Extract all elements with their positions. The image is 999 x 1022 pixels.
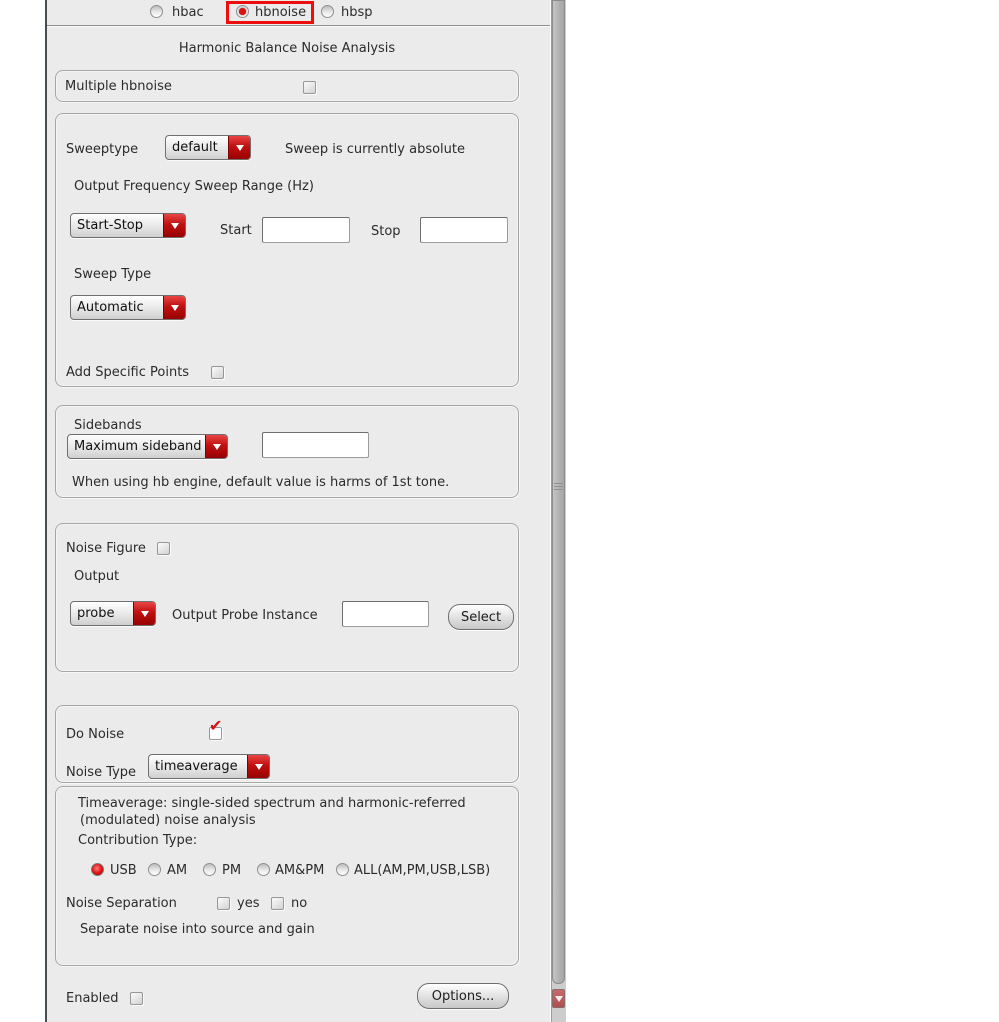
output-label: Output — [74, 569, 120, 584]
sidebands-mode-dropdown-value: Maximum sideband — [74, 439, 202, 454]
sidebands-label: Sidebands — [74, 418, 142, 433]
sweep-status-text: Sweep is currently absolute — [285, 142, 466, 157]
noise-type-dropdown-value: timeaverage — [155, 759, 238, 774]
noise-figure-checkbox[interactable] — [157, 542, 170, 555]
start-label: Start — [220, 223, 252, 238]
contribution-type-label: Contribution Type: — [78, 833, 198, 848]
hbnoise-highlight-box — [226, 1, 314, 24]
noise-description-line1: Timeaverage: single-sided spectrum and h… — [78, 796, 466, 811]
range-mode-dropdown[interactable]: Start-Stop — [70, 213, 186, 238]
contribution-label-ampm[interactable]: AM&PM — [275, 863, 324, 878]
noise-separation-yes-label[interactable]: yes — [237, 896, 259, 911]
output-probe-instance-input[interactable] — [342, 601, 429, 627]
dropdown-arrow-icon[interactable] — [133, 602, 155, 625]
noise-type-label: Noise Type — [66, 765, 137, 780]
noise-separation-note: Separate noise into source and gain — [80, 922, 315, 937]
contribution-label-pm[interactable]: PM — [222, 863, 241, 878]
select-button[interactable]: Select — [448, 604, 514, 630]
sweep-type-label: Sweep Type — [74, 267, 152, 282]
sweep-range-title: Output Frequency Sweep Range (Hz) — [74, 179, 314, 194]
noise-description-line2: (modulated) noise analysis — [80, 813, 256, 828]
sidebands-mode-dropdown[interactable]: Maximum sideband — [67, 434, 228, 459]
contribution-radio-ampm[interactable] — [257, 863, 270, 876]
multiple-hbnoise-label: Multiple hbnoise — [65, 79, 172, 94]
sidebands-value-input[interactable] — [262, 432, 369, 458]
tab-label-hbac[interactable]: hbac — [172, 5, 204, 20]
noise-figure-label: Noise Figure — [66, 541, 146, 556]
stop-label: Stop — [371, 224, 401, 239]
dropdown-arrow-icon[interactable] — [247, 755, 269, 778]
output-probe-instance-label: Output Probe Instance — [172, 608, 318, 623]
stop-input[interactable] — [420, 217, 508, 243]
output-mode-dropdown-value: probe — [77, 606, 115, 621]
contribution-radio-pm[interactable] — [203, 863, 216, 876]
output-mode-dropdown[interactable]: probe — [70, 601, 156, 626]
tab-separator — [47, 25, 550, 27]
dropdown-arrow-icon[interactable] — [228, 136, 250, 159]
tab-label-hbsp[interactable]: hbsp — [341, 5, 373, 20]
do-noise-checkbox[interactable]: ✔ — [209, 718, 222, 740]
page-title: Harmonic Balance Noise Analysis — [178, 41, 396, 56]
tab-radio-hbac[interactable] — [150, 5, 163, 18]
start-input[interactable] — [262, 217, 350, 243]
dropdown-arrow-icon[interactable] — [163, 296, 185, 319]
contribution-label-usb[interactable]: USB — [110, 863, 137, 878]
checkmark-icon: ✔ — [209, 716, 223, 735]
contribution-radio-all[interactable] — [336, 863, 349, 876]
noise-separation-no-checkbox[interactable] — [271, 897, 284, 910]
contribution-radio-am[interactable] — [148, 863, 161, 876]
sweep-type-dropdown-value: Automatic — [77, 300, 144, 315]
add-points-label: Add Specific Points — [66, 365, 190, 380]
multiple-hbnoise-checkbox[interactable] — [303, 81, 316, 94]
range-mode-dropdown-value: Start-Stop — [77, 218, 144, 233]
options-button[interactable]: Options... — [417, 983, 509, 1009]
contribution-label-am[interactable]: AM — [167, 863, 187, 878]
sweep-type-dropdown[interactable]: Automatic — [70, 295, 186, 320]
scroll-down-icon — [554, 995, 563, 1002]
scrollbar-grip-icon — [554, 483, 563, 491]
enabled-checkbox[interactable] — [130, 992, 143, 1005]
contribution-label-all[interactable]: ALL(AM,PM,USB,LSB) — [354, 863, 490, 878]
scrollbar-thumb[interactable] — [552, 0, 565, 984]
do-noise-label: Do Noise — [66, 727, 125, 742]
sweeptype-dropdown-value: default — [172, 140, 218, 155]
enabled-label: Enabled — [66, 991, 119, 1006]
sweeptype-label: Sweeptype — [66, 142, 139, 157]
dropdown-arrow-icon[interactable] — [163, 214, 185, 237]
noise-type-dropdown[interactable]: timeaverage — [148, 754, 270, 779]
scroll-down-button[interactable] — [552, 989, 565, 1008]
noise-separation-yes-checkbox[interactable] — [217, 897, 230, 910]
contribution-radio-usb[interactable] — [91, 863, 104, 876]
tab-radio-hbsp[interactable] — [321, 5, 334, 18]
add-points-checkbox[interactable] — [211, 366, 224, 379]
dropdown-arrow-icon[interactable] — [205, 435, 227, 458]
noise-separation-no-label[interactable]: no — [291, 896, 307, 911]
sidebands-note: When using hb engine, default value is h… — [72, 475, 450, 490]
sweeptype-dropdown[interactable]: default — [165, 135, 251, 160]
noise-separation-label: Noise Separation — [66, 896, 177, 911]
